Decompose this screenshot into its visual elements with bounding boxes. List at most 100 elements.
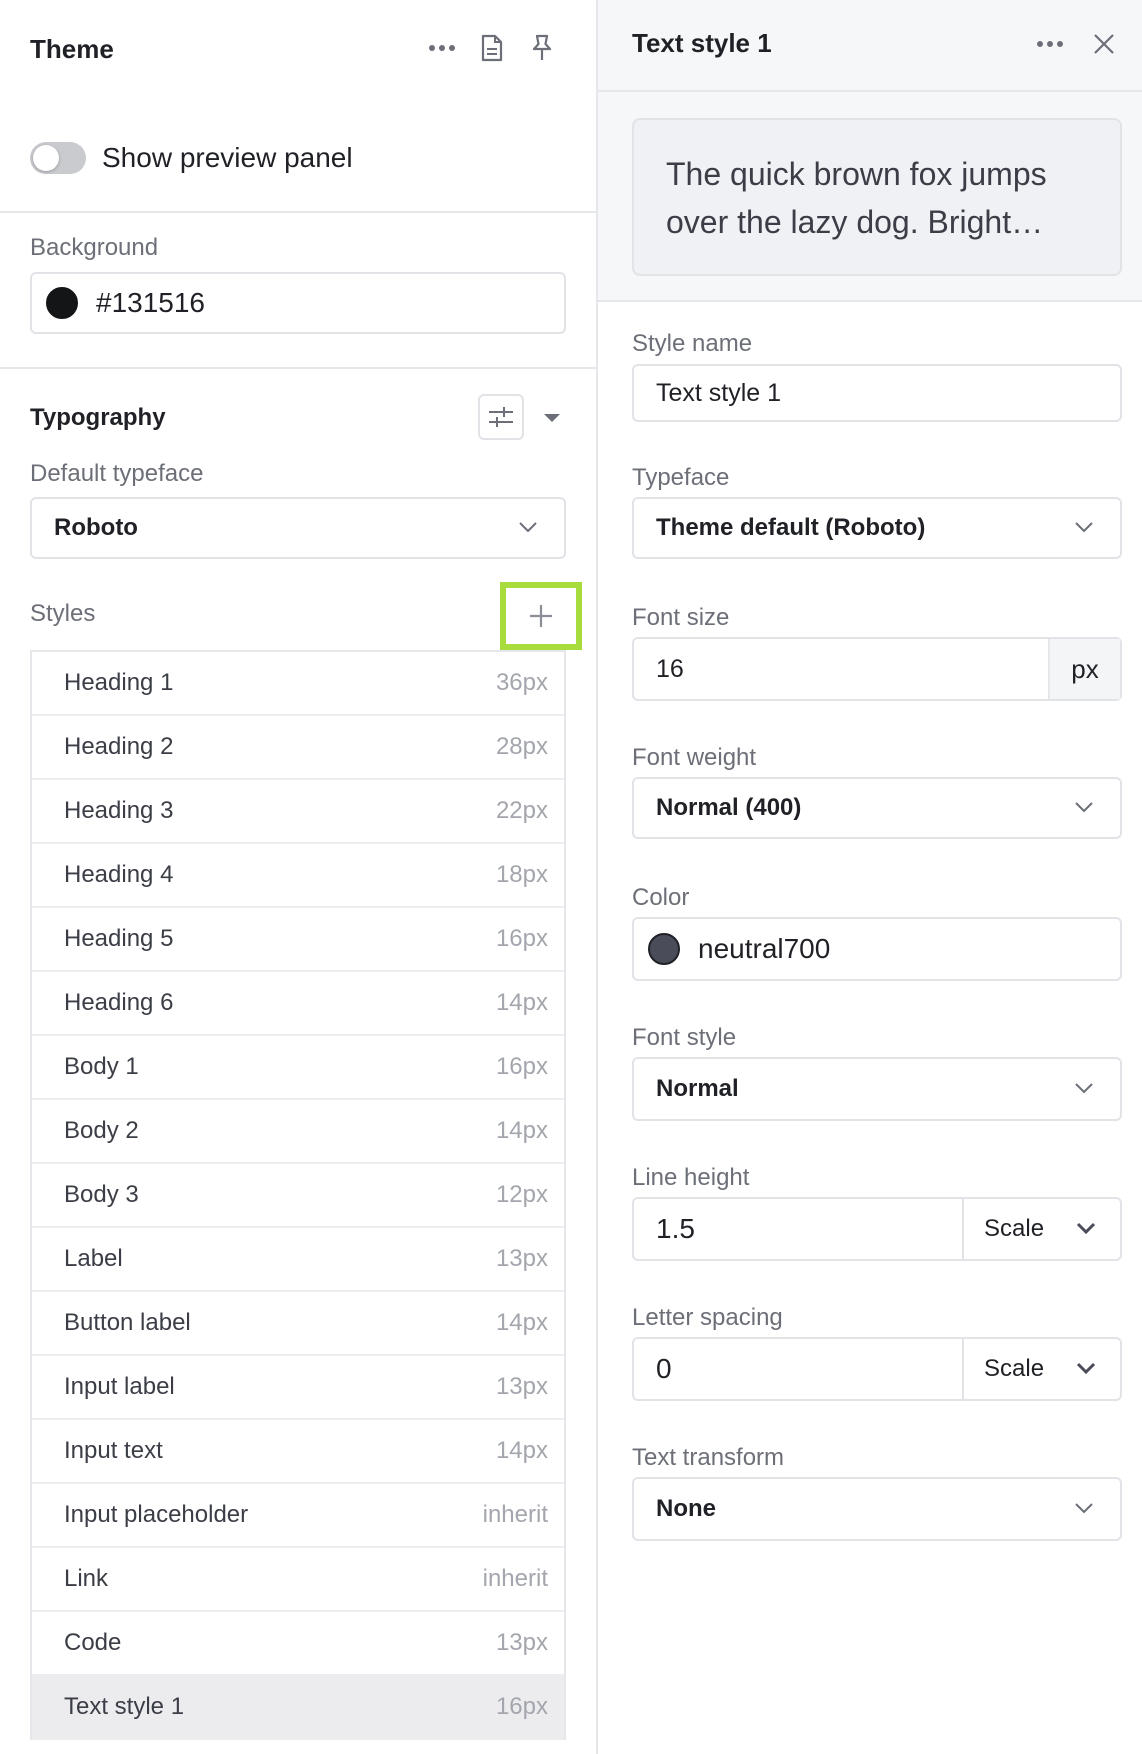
background-label: Background — [30, 234, 159, 261]
style-list-item[interactable]: Link inherit — [32, 1548, 564, 1612]
chevron-down-icon — [1075, 802, 1093, 813]
chevron-down-icon — [1076, 1362, 1096, 1374]
pin-icon[interactable] — [526, 32, 558, 64]
style-name: Body 1 — [64, 1053, 139, 1080]
font-style-label: Font style — [632, 1024, 737, 1051]
line-height-input[interactable]: 1.5 Scale — [632, 1197, 1122, 1261]
text-transform-select[interactable]: None — [632, 1477, 1122, 1541]
typeface-select[interactable]: Theme default (Roboto) — [632, 497, 1122, 559]
style-size: 13px — [495, 1373, 548, 1400]
style-list-item[interactable]: Text style 1 16px — [32, 1676, 564, 1740]
line-height-label: Line height — [632, 1164, 750, 1191]
style-size: 14px — [495, 1117, 548, 1144]
style-size: 22px — [495, 797, 548, 824]
line-height-unit-select[interactable]: Scale — [962, 1199, 1120, 1259]
style-list-item[interactable]: Label 13px — [32, 1228, 564, 1292]
more-options-icon[interactable] — [1034, 28, 1066, 60]
close-icon[interactable] — [1088, 28, 1120, 60]
style-name: Code — [64, 1629, 122, 1656]
panel-title: Theme — [30, 34, 114, 64]
style-size: 13px — [495, 1245, 548, 1272]
style-name: Input label — [64, 1373, 175, 1400]
style-list-item[interactable]: Heading 4 18px — [32, 844, 564, 908]
font-size-input[interactable]: 16 px — [632, 637, 1122, 701]
add-style-button[interactable] — [500, 582, 582, 650]
line-height-unit: Scale — [984, 1215, 1045, 1242]
style-list-item[interactable]: Button label 14px — [32, 1292, 564, 1356]
text-style-panel: Text style 1 The quick brown fox jumps o… — [598, 0, 1142, 1754]
theme-header: Theme — [30, 30, 566, 70]
text-transform-label: Text transform — [632, 1444, 785, 1471]
default-typeface-label: Default typeface — [30, 460, 204, 487]
font-style-select[interactable]: Normal — [632, 1057, 1122, 1121]
color-field[interactable]: neutral700 — [632, 917, 1122, 981]
preview-text: The quick brown fox jumps over the lazy … — [632, 118, 1122, 276]
plus-icon — [530, 605, 552, 627]
font-size-value: 16 — [656, 654, 684, 683]
letter-spacing-input[interactable]: 0 Scale — [632, 1337, 1122, 1401]
style-list-item[interactable]: Heading 6 14px — [32, 972, 564, 1036]
color-label: Color — [632, 884, 690, 911]
more-options-icon[interactable] — [426, 32, 458, 64]
style-size: inherit — [482, 1501, 548, 1528]
letter-spacing-value: 0 — [656, 1353, 672, 1384]
chevron-down-icon — [1076, 1222, 1096, 1234]
style-size: 16px — [495, 925, 548, 952]
style-name-input[interactable]: Text style 1 — [632, 364, 1122, 422]
style-size: inherit — [482, 1565, 548, 1592]
style-list-item[interactable]: Body 3 12px — [32, 1164, 564, 1228]
style-name: Button label — [64, 1309, 191, 1336]
style-name-value: Text style 1 — [656, 378, 782, 407]
style-list-item[interactable]: Input placeholder inherit — [32, 1484, 564, 1548]
style-name: Body 2 — [64, 1117, 139, 1144]
styles-list: Heading 1 36px Heading 2 28px Heading 3 22px H… — [30, 650, 566, 1740]
style-list-item[interactable]: Heading 3 22px — [32, 780, 564, 844]
style-list-item[interactable]: Code 13px — [32, 1612, 564, 1676]
styles-label: Styles — [30, 600, 96, 627]
font-size-unit: px — [1048, 639, 1120, 699]
style-list-item[interactable]: Heading 2 28px — [32, 716, 564, 780]
background-color-field[interactable]: #131516 — [30, 272, 566, 334]
divider — [0, 367, 596, 369]
style-size: 14px — [495, 1309, 548, 1336]
style-list-item[interactable]: Body 2 14px — [32, 1100, 564, 1164]
style-name-label: Style name — [632, 330, 753, 357]
divider — [0, 211, 596, 213]
style-name: Heading 3 — [64, 797, 174, 824]
panel-title: Text style 1 — [632, 28, 772, 58]
font-size-label: Font size — [632, 604, 730, 631]
sliders-icon — [489, 407, 513, 427]
style-list-item[interactable]: Heading 5 16px — [32, 908, 564, 972]
typeface-value: Theme default (Roboto) — [656, 514, 926, 541]
style-size: 16px — [495, 1693, 548, 1720]
preview-toggle-row: Show preview panel — [30, 138, 353, 178]
text-style-header: Text style 1 — [598, 0, 1142, 92]
style-list-item[interactable]: Input text 14px — [32, 1420, 564, 1484]
preview-panel-toggle[interactable] — [30, 142, 86, 174]
adjust-settings-button[interactable] — [478, 394, 524, 440]
letter-spacing-unit-select[interactable]: Scale — [962, 1339, 1120, 1399]
collapse-caret-icon[interactable] — [540, 406, 564, 430]
font-weight-value: Normal (400) — [656, 794, 802, 821]
style-list-item[interactable]: Input label 13px — [32, 1356, 564, 1420]
style-list-item[interactable]: Heading 1 36px — [32, 652, 564, 716]
style-size: 14px — [495, 989, 548, 1016]
style-size: 14px — [495, 1437, 548, 1464]
style-name: Input text — [64, 1437, 163, 1464]
style-name: Text style 1 — [64, 1693, 185, 1720]
font-style-value: Normal — [656, 1075, 739, 1102]
style-name: Heading 6 — [64, 989, 174, 1016]
style-name: Heading 4 — [64, 861, 174, 888]
letter-spacing-label: Letter spacing — [632, 1304, 783, 1331]
chevron-down-icon — [1075, 522, 1093, 533]
font-weight-select[interactable]: Normal (400) — [632, 777, 1122, 839]
toggle-label: Show preview panel — [102, 142, 353, 173]
default-typeface-value: Roboto — [54, 514, 138, 541]
style-name: Link — [64, 1565, 109, 1592]
style-list-item[interactable]: Body 1 16px — [32, 1036, 564, 1100]
style-name: Heading 1 — [64, 669, 174, 696]
default-typeface-select[interactable]: Roboto — [30, 497, 566, 559]
style-name: Body 3 — [64, 1181, 139, 1208]
chevron-down-icon — [519, 522, 537, 533]
document-icon[interactable] — [476, 32, 508, 64]
